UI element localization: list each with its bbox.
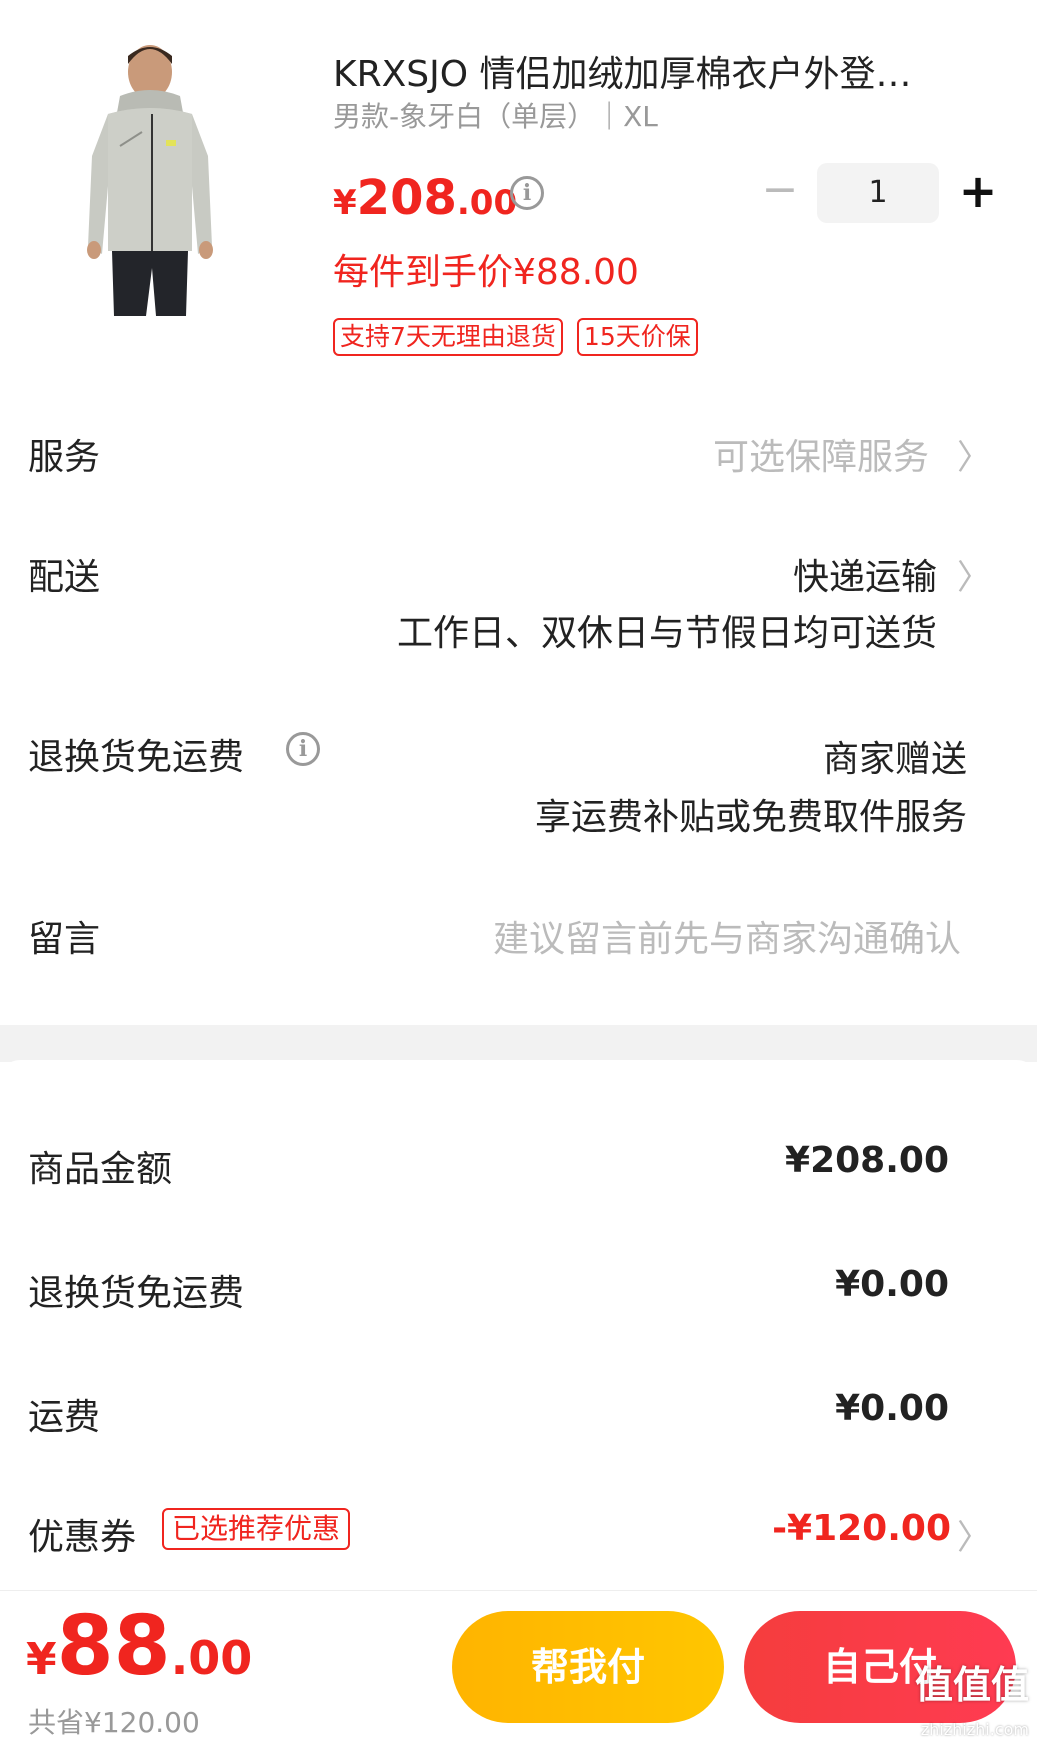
- tag-return-policy: 支持7天无理由退货: [333, 318, 563, 356]
- return-shipping-row: 退换货免运费 i 商家赠送 享运费补贴或免费取件服务: [0, 700, 1037, 840]
- total-symbol: ¥: [26, 1634, 57, 1685]
- return-fee-label: 退换货免运费: [28, 1273, 245, 1314]
- watermark-url: zhizhizhi.com: [920, 1720, 1029, 1739]
- price-symbol: ¥: [333, 183, 357, 223]
- service-value: 可选保障服务: [712, 437, 929, 478]
- coupon-row[interactable]: 优惠券 -¥120.00 〉: [0, 1488, 1037, 1568]
- product-image[interactable]: [80, 36, 250, 316]
- total-integer: 88: [56, 1599, 171, 1694]
- return-shipping-label: 退换货免运费: [28, 737, 245, 778]
- price-integer: 208: [356, 170, 457, 226]
- message-row[interactable]: 留言 建议留言前先与商家沟通确认: [0, 880, 1037, 990]
- return-shipping-note: 享运费补贴或免费取件服务: [534, 797, 967, 838]
- freight-row: 运费 ¥0.00: [0, 1368, 1037, 1448]
- message-label: 留言: [28, 919, 101, 960]
- price-info-icon[interactable]: i: [510, 176, 544, 210]
- return-shipping-value: 商家赠送: [822, 739, 967, 780]
- freight-value: ¥0.00: [835, 1388, 949, 1429]
- section-divider: [0, 1025, 1037, 1062]
- quantity-value[interactable]: 1: [817, 163, 939, 223]
- return-fee-row: 退换货免运费 ¥0.00: [0, 1244, 1037, 1324]
- delivery-label: 配送: [28, 557, 101, 598]
- message-input[interactable]: 建议留言前先与商家沟通确认: [493, 910, 961, 962]
- product-sku[interactable]: 男款-象牙白（单层）｜XL: [333, 95, 658, 135]
- section-divider-cap: [0, 1060, 1037, 1080]
- delivery-row[interactable]: 配送 快递运输 〉 工作日、双休日与节假日均可送货: [0, 520, 1037, 654]
- delivery-note: 工作日、双休日与节假日均可送货: [396, 613, 937, 654]
- coupon-label: 优惠券: [28, 1517, 137, 1558]
- saved-amount: 共省¥120.00: [28, 1706, 200, 1739]
- coupon-recommend-badge: 已选推荐优惠: [162, 1508, 351, 1550]
- product-tags: 支持7天无理由退货 15天价保: [333, 318, 698, 356]
- goods-amount-row: 商品金额 ¥208.00: [0, 1120, 1037, 1200]
- chevron-right-icon: 〉: [957, 1518, 991, 1558]
- help-pay-button[interactable]: 帮我付: [452, 1611, 724, 1723]
- price-decimal: .00: [456, 183, 518, 223]
- product-card: KRXSJO 情侣加绒加厚棉衣户外登… 男款-象牙白（单层）｜XL ¥208.0…: [0, 0, 1037, 380]
- delivery-value: 快递运输: [792, 557, 937, 598]
- product-price: ¥208.00: [333, 170, 517, 226]
- final-price: 每件到手价¥88.00: [333, 252, 639, 293]
- service-label: 服务: [28, 437, 101, 478]
- service-row[interactable]: 服务 可选保障服务 〉: [0, 380, 1037, 480]
- freight-label: 运费: [28, 1397, 101, 1438]
- chevron-right-icon: 〉: [957, 438, 991, 478]
- product-title[interactable]: KRXSJO 情侣加绒加厚棉衣户外登…: [333, 45, 973, 97]
- coupon-value: -¥120.00: [772, 1508, 951, 1549]
- return-fee-value: ¥0.00: [835, 1264, 949, 1305]
- increase-button[interactable]: +: [951, 163, 1005, 223]
- chevron-right-icon: 〉: [957, 558, 991, 598]
- tag-price-protect: 15天价保: [576, 318, 698, 356]
- goods-amount-label: 商品金额: [28, 1149, 173, 1190]
- total-decimal: .00: [170, 1631, 253, 1685]
- goods-amount-value: ¥208.00: [785, 1140, 949, 1181]
- return-info-icon[interactable]: i: [286, 732, 320, 766]
- checkout-bar: ¥88.00 共省¥120.00 帮我付 自己付 值值值 zhizhizhi.c…: [0, 1590, 1037, 1739]
- quantity-stepper: − 1 +: [755, 163, 1005, 223]
- watermark-logo: 值值值: [914, 1663, 1029, 1707]
- total-price: ¥88.00: [26, 1599, 252, 1694]
- decrease-button[interactable]: −: [755, 163, 805, 223]
